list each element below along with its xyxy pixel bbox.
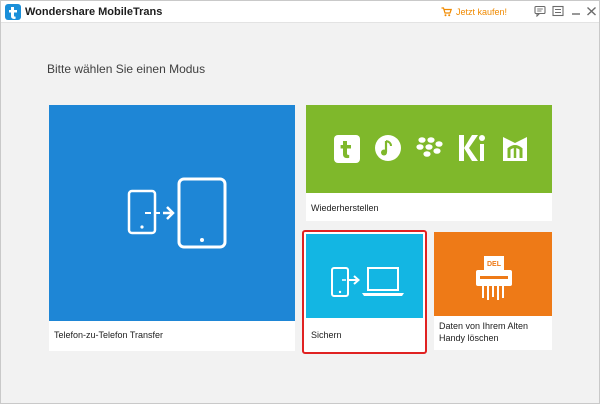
page-heading: Bitte wählen Sie einen Modus (47, 62, 206, 76)
title-bar: Wondershare MobileTrans Jetzt kaufen! (1, 1, 599, 23)
blackberry-icon (416, 136, 444, 165)
close-icon[interactable] (586, 5, 600, 19)
tile-label: Telefon-zu-Telefon Transfer (54, 330, 164, 340)
buy-now-label: Jetzt kaufen! (456, 7, 508, 17)
kies-icon (456, 132, 488, 169)
tile-label: Sichern (311, 330, 342, 340)
app-logo-icon (5, 4, 21, 20)
svg-text:DEL: DEL (487, 261, 502, 268)
tile-art (49, 105, 295, 321)
tile-label: Daten von Ihrem Alten Handy löschen (439, 320, 528, 344)
tile-label-line1: Daten von Ihrem Alten (439, 321, 529, 331)
app-title: Wondershare MobileTrans (25, 6, 163, 18)
mobiletrans-icon (500, 132, 530, 169)
tile-label-line2: Handy löschen (439, 333, 499, 343)
music-icon (373, 133, 403, 168)
tile-art: DEL (434, 232, 552, 316)
feedback-icon[interactable] (534, 5, 548, 19)
tile-art (306, 234, 423, 318)
tile-label: Wiederherstellen (311, 203, 379, 213)
tile-phone-transfer[interactable]: Telefon-zu-Telefon Transfer (49, 105, 295, 351)
phone-to-laptop-icon (330, 264, 404, 303)
buy-now-link[interactable]: Jetzt kaufen! (441, 5, 507, 19)
tile-restore[interactable]: Wiederherstellen (306, 105, 552, 221)
shredder-icon: DEL (474, 254, 514, 307)
app-window: Wondershare MobileTrans Jetzt kaufen! Bi… (0, 0, 600, 404)
tile-backup[interactable]: Sichern (302, 230, 427, 354)
menu-icon[interactable] (552, 5, 566, 19)
cart-icon (441, 7, 452, 17)
minimize-icon[interactable] (570, 5, 584, 19)
tile-erase-old-phone[interactable]: DEL Daten von Ihrem Alten Handy löschen (434, 232, 552, 350)
tile-art (306, 105, 552, 193)
phone-transfer-icon (127, 177, 227, 254)
tunes-icon (332, 133, 362, 170)
